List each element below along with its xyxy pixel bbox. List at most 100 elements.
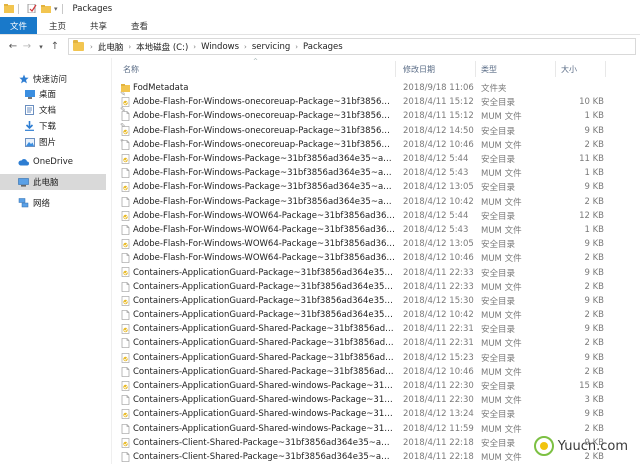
file-type: MUM 文件 (481, 311, 522, 322)
tab-share[interactable]: 共享 (78, 17, 119, 34)
customize-quick-access-icon[interactable]: ▾ (54, 5, 58, 13)
file-type: MUM 文件 (481, 169, 522, 180)
back-button[interactable]: ← (6, 38, 20, 56)
column-divider[interactable] (395, 61, 396, 77)
file-row[interactable]: Containers-ApplicationGuard-Shared-windo… (113, 407, 640, 421)
nav-onedrive[interactable]: OneDrive (18, 154, 124, 170)
column-header-name[interactable]: 名称 (123, 64, 139, 75)
file-size: 12 KB (579, 210, 604, 221)
file-size: 2 KB (584, 423, 604, 434)
properties-icon[interactable] (27, 4, 37, 13)
title-separator (61, 3, 63, 14)
file-row[interactable]: Adobe-Flash-For-Windows-onecoreuap-Packa… (113, 109, 640, 123)
security-catalog-icon (121, 409, 130, 420)
chevron-right-icon: › (295, 42, 299, 51)
file-row[interactable]: Containers-ApplicationGuard-Package~31bf… (113, 280, 640, 294)
file-date: 2018/4/11 22:18 (403, 437, 474, 448)
nav-this-pc[interactable]: 此电脑 (0, 174, 106, 190)
file-type: MUM 文件 (481, 339, 522, 350)
new-folder-icon[interactable] (41, 4, 51, 13)
column-header-type[interactable]: 类型 (481, 64, 497, 75)
breadcrumb-windows[interactable]: Windows (198, 42, 242, 52)
file-type: MUM 文件 (481, 282, 522, 293)
forward-button[interactable]: → (20, 38, 34, 56)
tab-home[interactable]: 主页 (37, 17, 78, 34)
column-headers: ^ 名称 修改日期 类型 大小 (113, 58, 640, 80)
file-name: Adobe-Flash-For-Windows-onecoreuap-Packa… (133, 139, 395, 150)
file-name: Containers-ApplicationGuard-Shared-windo… (133, 381, 395, 392)
file-name: Adobe-Flash-For-Windows-onecoreuap-Packa… (133, 111, 395, 122)
file-date: 2018/4/11 15:12 (403, 97, 474, 108)
file-row[interactable]: Adobe-Flash-For-Windows-Package~31bf3856… (113, 180, 640, 194)
file-list-pane: ^ 名称 修改日期 类型 大小 FodMetadata 2018/9/18 11:… (113, 58, 640, 464)
file-type: 安全目录 (481, 240, 516, 251)
file-date: 2018/4/11 22:30 (403, 395, 474, 406)
security-catalog-icon (121, 210, 130, 221)
file-size: 2 KB (584, 310, 604, 321)
file-row[interactable]: Containers-ApplicationGuard-Shared-Packa… (113, 322, 640, 336)
column-divider[interactable] (605, 61, 606, 77)
file-date: 2018/4/12 10:46 (403, 366, 474, 377)
nav-item-desktop-label: 桌面 (39, 90, 57, 100)
file-row[interactable]: Adobe-Flash-For-Windows-onecoreuap-Packa… (113, 95, 640, 109)
file-row[interactable]: Adobe-Flash-For-Windows-onecoreuap-Packa… (113, 138, 640, 152)
tab-file[interactable]: 文件 (0, 17, 38, 34)
file-size: 9 KB (584, 267, 604, 278)
breadcrumb-packages[interactable]: Packages (300, 42, 346, 52)
column-divider[interactable] (475, 61, 476, 77)
column-divider[interactable] (555, 61, 556, 77)
file-row[interactable]: Adobe-Flash-For-Windows-WOW64-Package~31… (113, 209, 640, 223)
security-catalog-icon (121, 381, 130, 391)
file-row[interactable]: Containers-ApplicationGuard-Shared-Packa… (113, 351, 640, 365)
file-date: 2018/4/12 10:46 (403, 139, 474, 150)
chevron-right-icon: › (128, 42, 132, 51)
pictures-icon (24, 137, 35, 147)
column-header-size[interactable]: 大小 (561, 64, 577, 75)
file-name: FodMetadata (133, 83, 189, 94)
file-date: 2018/4/12 5:43 (403, 224, 469, 235)
nav-item-downloads-label: 下载 (39, 122, 57, 132)
mum-file-icon (121, 338, 130, 349)
file-row[interactable]: Containers-ApplicationGuard-Package~31bf… (113, 308, 640, 322)
file-row[interactable]: Adobe-Flash-For-Windows-Package~31bf3856… (113, 195, 640, 209)
file-row[interactable]: Containers-ApplicationGuard-Package~31bf… (113, 294, 640, 308)
folder-icon (121, 83, 130, 93)
up-button[interactable]: ↑ (48, 38, 62, 56)
file-row[interactable]: Containers-ApplicationGuard-Shared-Packa… (113, 336, 640, 350)
file-row[interactable]: FodMetadata 2018/9/18 11:06 文件夹 (113, 81, 640, 95)
file-row[interactable]: Containers-ApplicationGuard-Shared-windo… (113, 393, 640, 407)
sort-ascending-icon: ^ (253, 58, 259, 65)
file-date: 2018/4/12 13:05 (403, 182, 474, 193)
file-name: Containers-ApplicationGuard-Package~31bf… (133, 310, 395, 321)
file-row[interactable]: Adobe-Flash-For-Windows-WOW64-Package~31… (113, 251, 640, 265)
recent-locations-button[interactable]: ▾ (34, 38, 48, 56)
security-catalog-icon (121, 437, 130, 448)
file-row[interactable]: Containers-ApplicationGuard-Shared-windo… (113, 379, 640, 393)
file-date: 2018/4/12 5:44 (403, 210, 469, 221)
file-row[interactable]: Containers-ApplicationGuard-Shared-windo… (113, 422, 640, 436)
tab-view[interactable]: 查看 (119, 17, 160, 34)
file-type: MUM 文件 (481, 452, 522, 463)
breadcrumb-local-disk[interactable]: 本地磁盘 (C:) (133, 41, 191, 53)
mum-file-icon (121, 366, 130, 377)
file-row[interactable]: Containers-ApplicationGuard-Shared-Packa… (113, 365, 640, 379)
breadcrumb-this-pc[interactable]: 此电脑 (95, 41, 127, 53)
file-row[interactable]: Adobe-Flash-For-Windows-WOW64-Package~31… (113, 237, 640, 251)
address-bar[interactable]: › 此电脑 › 本地磁盘 (C:) › Windows › servicing … (68, 38, 636, 55)
nav-network[interactable]: 网络 (18, 195, 124, 211)
file-row[interactable]: Adobe-Flash-For-Windows-onecoreuap-Packa… (113, 124, 640, 138)
file-type: 安全目录 (481, 98, 516, 109)
file-row[interactable]: Adobe-Flash-For-Windows-Package~31bf3856… (113, 152, 640, 166)
file-date: 2018/4/11 22:31 (403, 338, 474, 349)
file-name: Containers-ApplicationGuard-Shared-Packa… (133, 366, 395, 377)
column-header-date[interactable]: 修改日期 (403, 64, 435, 75)
file-size: 2 KB (584, 253, 604, 264)
nav-quick-access[interactable]: 快速访问 (18, 71, 124, 87)
file-row[interactable]: Adobe-Flash-For-Windows-WOW64-Package~31… (113, 223, 640, 237)
file-row[interactable]: Containers-ApplicationGuard-Package~31bf… (113, 265, 640, 279)
file-row[interactable]: Adobe-Flash-For-Windows-Package~31bf3856… (113, 166, 640, 180)
breadcrumb-servicing[interactable]: servicing (249, 42, 293, 52)
mum-file-icon (121, 196, 130, 207)
file-type: 安全目录 (481, 353, 516, 364)
file-date: 2018/4/11 22:33 (403, 281, 474, 292)
